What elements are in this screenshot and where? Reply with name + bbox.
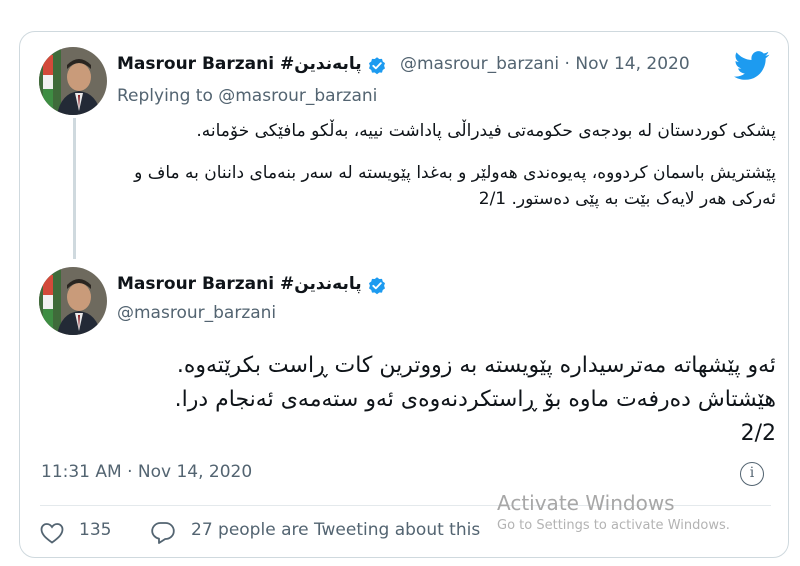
verified-badge-icon — [369, 57, 385, 75]
heart-icon[interactable] — [40, 522, 64, 544]
comment-icon[interactable] — [150, 521, 176, 545]
author-handle[interactable]: @masrour_barzani · Nov 14, 2020 — [400, 54, 690, 74]
main-tweet-line: 2/2 — [740, 421, 776, 446]
parent-tweet-text: پشکی کوردستان لە بودجەی حکومەتی فیدراڵی … — [115, 118, 776, 212]
twitter-bird-icon[interactable] — [733, 51, 771, 81]
main-tweet-text: ئەو پێشهاتە مەترسیدارە پێویستە بە زووتری… — [40, 349, 776, 451]
tweeting-about-count[interactable]: 27 people are Tweeting about this — [191, 520, 480, 540]
activate-windows-subtitle: Go to Settings to activate Windows. — [497, 518, 730, 533]
author-name[interactable]: Masrour Barzani #پابەندین — [117, 54, 362, 74]
main-tweet-line: هێشتاش دەرفەت ماوە بۆ ڕاستکردنەوەی ئەو س… — [174, 387, 776, 412]
author-handle[interactable]: @masrour_barzani — [117, 303, 276, 323]
parent-tweet-paragraph: پێشتریش باسمان کردووە، پەیوەندی هەولێر و… — [134, 163, 776, 209]
replying-to[interactable]: Replying to @masrour_barzani — [117, 86, 377, 106]
info-icon[interactable]: i — [740, 462, 764, 486]
author-avatar[interactable] — [39, 267, 107, 335]
main-tweet-line: ئەو پێشهاتە مەترسیدارە پێویستە بە زووتری… — [176, 353, 776, 378]
author-name[interactable]: Masrour Barzani #پابەندین — [117, 274, 362, 294]
tweet-timestamp[interactable]: 11:31 AM · Nov 14, 2020 — [41, 462, 252, 482]
handle-text[interactable]: @masrour_barzani — [400, 54, 559, 74]
parent-tweet-paragraph: پشکی کوردستان لە بودجەی حکومەتی فیدراڵی … — [196, 121, 776, 141]
thread-connector — [73, 118, 76, 259]
activate-windows-title: Activate Windows — [497, 491, 675, 515]
author-avatar[interactable] — [39, 47, 107, 115]
verified-badge-icon — [369, 277, 385, 295]
tweet-date[interactable]: · Nov 14, 2020 — [559, 54, 690, 74]
like-count[interactable]: 135 — [79, 520, 111, 540]
